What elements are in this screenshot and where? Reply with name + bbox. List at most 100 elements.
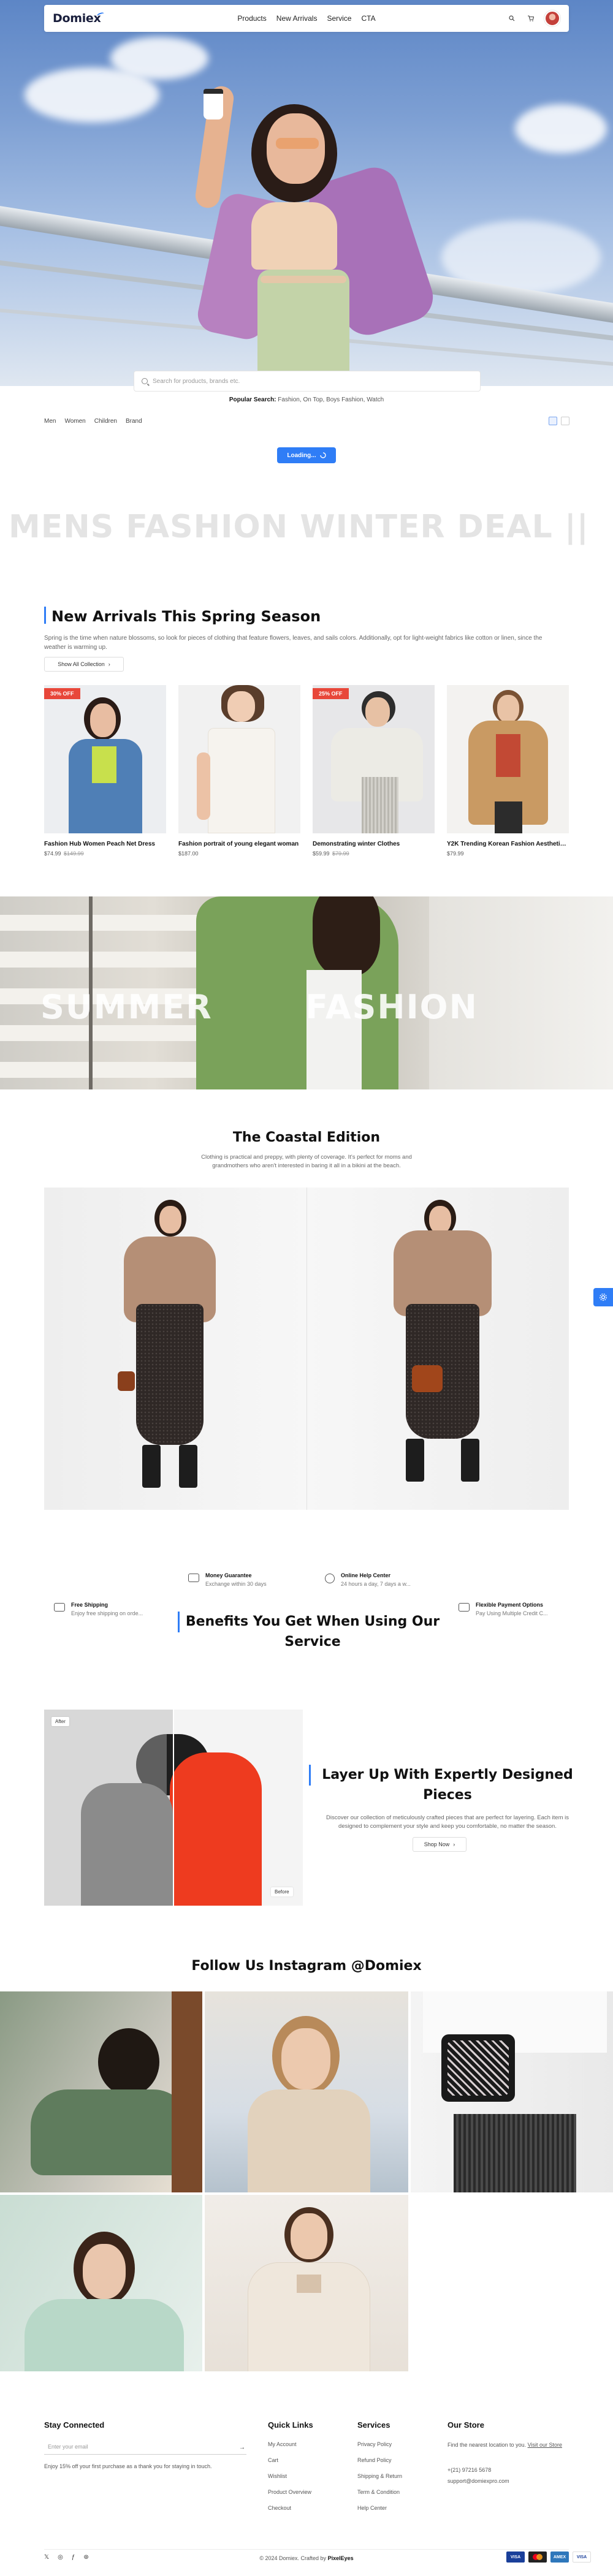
loading-button[interactable]: Loading... [277,447,336,463]
footer [0,2371,613,2576]
nav-link-products[interactable]: Products [237,14,266,23]
product-name[interactable]: Fashion Hub Women Peach Net Dress [44,841,166,847]
product-card[interactable]: 25% OFF Demonstrating winter Clothes $59… [313,685,435,857]
filter-women[interactable]: Women [64,418,85,425]
store-line: Find the nearest location to you. [447,2442,527,2448]
footer-link-checkout[interactable]: Checkout [268,2505,291,2511]
product-price: $79.99 [447,850,569,857]
popular-search-item[interactable]: Boys Fashion, [326,396,365,403]
visa-icon: VISA [573,2551,591,2563]
footer-link-cart[interactable]: Cart [268,2457,278,2463]
benefit-title: Free Shipping [71,1602,109,1608]
loading-label: Loading... [287,452,316,459]
product-card[interactable]: Y2K Trending Korean Fashion Aesthetic Te… [447,685,569,857]
product-image[interactable]: 30% OFF [44,685,166,833]
product-price: $187.00 [178,850,300,857]
settings-float-button[interactable] [593,1288,613,1306]
layer-up-title: Layer Up With Expertly Designed Pieces [322,1767,573,1803]
benefit-desc: Pay Using Multiple Credit C... [476,1610,548,1616]
show-all-collection-button[interactable]: Show All Collection › [44,657,124,672]
product-card[interactable]: Fashion portrait of young elegant woman … [178,685,300,857]
filter-men[interactable]: Men [44,418,56,425]
copyright-text: © 2024 Domiex. Crafted by [259,2555,327,2561]
product-name[interactable]: Fashion portrait of young elegant woman [178,841,300,847]
title-accent-bar [309,1765,311,1786]
popular-search: Popular Search: Fashion, On Top, Boys Fa… [0,396,613,403]
arrow-right-icon: › [453,1841,455,1847]
benefit-desc: 24 hours a day, 7 days a w... [341,1581,411,1587]
title-accent-bar [178,1612,180,1632]
product-grid: 30% OFF Fashion Hub Women Peach Net Dres… [44,685,569,857]
instagram-post[interactable] [0,1991,202,2192]
filter-brand[interactable]: Brand [126,418,142,425]
promo-marquee: MENS FASHION WINTER DEAL || [9,509,589,545]
nav-link-cta[interactable]: CTA [361,14,375,23]
spinner-icon [319,452,326,458]
footer-link-shipping-return[interactable]: Shipping & Return [357,2473,402,2479]
footer-link-help-center[interactable]: Help Center [357,2505,387,2511]
store-location-text: Find the nearest location to you. Visit … [447,2441,570,2449]
copyright-brand[interactable]: PixelEyes [328,2555,354,2561]
search-icon[interactable] [508,14,516,23]
price-current: $79.99 [447,850,464,857]
store-phone[interactable]: +(21) 97216 5678 [447,2467,491,2473]
product-image[interactable] [447,685,569,833]
filter-children[interactable]: Children [94,418,117,425]
layer-up-description: Discover our collection of meticulously … [326,1814,569,1830]
shop-now-button[interactable]: Shop Now › [413,1837,466,1852]
cloud [110,37,208,80]
popular-search-item[interactable]: On Top, [303,396,324,403]
benefit-title: Money Guarantee [205,1572,252,1578]
benefit-title: Flexible Payment Options [476,1602,544,1608]
instagram-post[interactable] [205,2195,408,2396]
footer-link-refund-policy[interactable]: Refund Policy [357,2457,392,2463]
instagram-post[interactable] [411,1991,613,2192]
nav-link-service[interactable]: Service [327,14,351,23]
product-name[interactable]: Demonstrating winter Clothes [313,841,435,847]
banner-word-fashion: FASHION [305,988,478,1026]
price-old: $79.99 [332,850,349,857]
payment-cards: VISA AMEX VISA [506,2551,591,2563]
newsletter-email-input[interactable]: Enter your email → [44,2439,246,2455]
money-icon [188,1574,199,1582]
popular-search-item[interactable]: Fashion, [278,396,301,403]
product-image[interactable]: 25% OFF [313,685,435,833]
new-arrivals-title: New Arrivals This Spring Season [51,608,321,625]
coastal-edition-title: The Coastal Edition [232,1130,381,1145]
footer-link-my-account[interactable]: My Account [268,2441,297,2447]
cart-icon[interactable] [526,14,535,23]
popular-search-item[interactable]: Watch [367,396,384,403]
footer-link-privacy-policy[interactable]: Privacy Policy [357,2441,392,2447]
instagram-post[interactable] [205,1991,408,2192]
page: Domiex Products New Arrivals Service CTA… [0,0,613,2576]
price-current: $74.99 [44,850,61,857]
product-image[interactable] [178,685,300,833]
footer-link-product-overview[interactable]: Product Overview [268,2489,311,2495]
footer-link-wishlist[interactable]: Wishlist [268,2473,287,2479]
list-view-icon[interactable] [561,417,569,425]
arrow-right-icon[interactable]: → [239,2444,245,2451]
logo[interactable]: Domiex [53,12,105,25]
hero-banner [0,0,613,386]
search-input[interactable]: Search for products, brands etc. [134,371,481,392]
grid-view-icon[interactable] [549,417,557,425]
popular-search-label: Popular Search: [229,396,276,403]
visit-store-link[interactable]: Visit our Store [528,2442,562,2448]
footer-divider [44,2549,569,2550]
store-email[interactable]: support@domiexpro.com [447,2478,509,2484]
before-after-image[interactable]: After Before [44,1710,303,1906]
logo-text: Domiex [53,12,101,25]
benefit-online-help: Online Help Center 24 hours a day, 7 days… [325,1572,411,1587]
price-current: $187.00 [178,850,199,857]
email-placeholder: Enter your email [48,2443,88,2450]
amex-icon: AMEX [550,2551,569,2563]
discount-badge: 30% OFF [44,688,80,699]
instagram-post[interactable] [0,2195,202,2396]
product-name[interactable]: Y2K Trending Korean Fashion Aesthetic Te… [447,841,569,847]
nav-link-new-arrivals[interactable]: New Arrivals [276,14,318,23]
benefit-title: Online Help Center [341,1572,391,1578]
avatar[interactable] [544,10,560,26]
footer-link-terms[interactable]: Term & Condition [357,2489,400,2495]
product-card[interactable]: 30% OFF Fashion Hub Women Peach Net Dres… [44,685,166,857]
services-title: Services [357,2420,390,2430]
